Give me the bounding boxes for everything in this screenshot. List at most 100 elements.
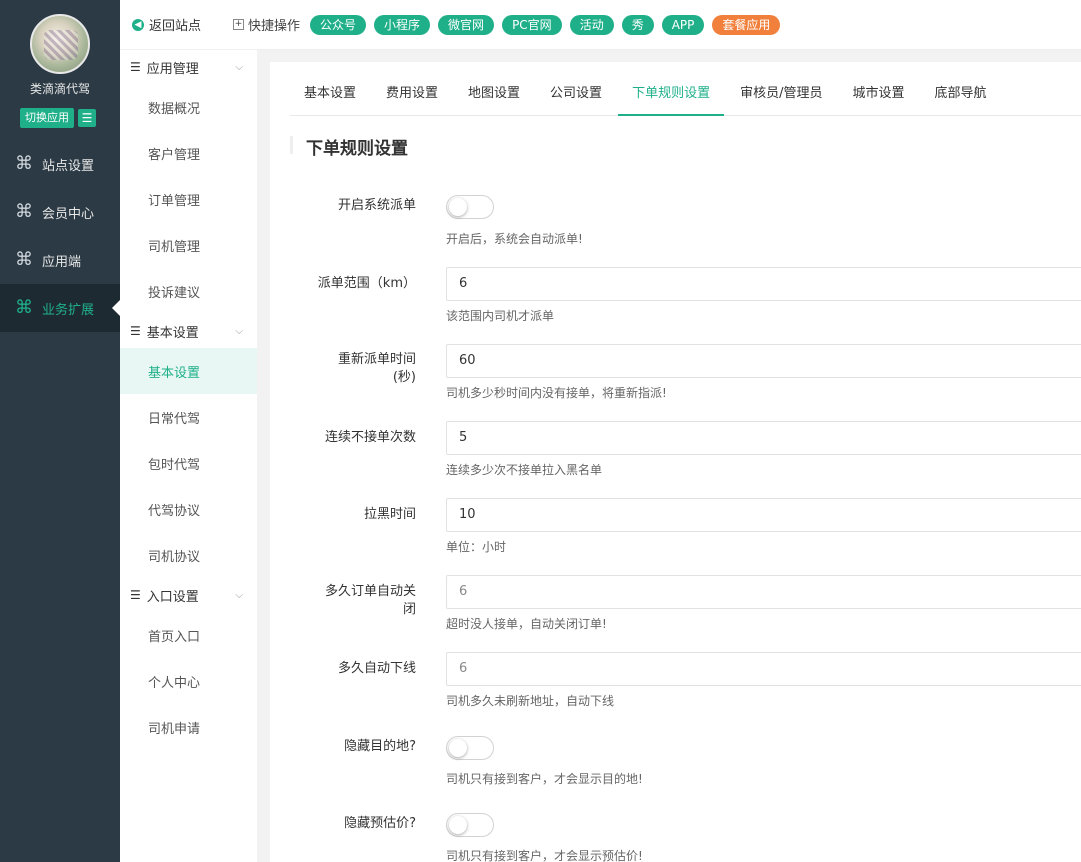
auto-dispatch-toggle[interactable] xyxy=(446,195,494,219)
redispatch-time-help: 司机多少秒时间内没有接单，将重新指派! xyxy=(446,386,667,400)
auto-dispatch-help: 开启后，系统会自动派单! xyxy=(446,232,583,246)
consecutive-reject-input[interactable]: 5 xyxy=(446,421,1081,455)
nav-label: 站点设置 xyxy=(42,158,95,174)
tab-fees[interactable]: 费用设置 xyxy=(372,74,452,116)
block-time-help: 单位：小时 xyxy=(446,540,507,554)
switch-app-button[interactable]: 切换应用 xyxy=(20,108,74,128)
secondary-sidebar: ◀ 返回站点 ☰ 应用管理 ⌵ 数据概况 客户管理 订单管理 司机管理 投诉建议… xyxy=(120,0,257,862)
menu-item-daily-driving[interactable]: 日常代驾 xyxy=(120,394,257,440)
pill-official-account[interactable]: 公众号 xyxy=(310,14,367,35)
menu-item-hourly-driving[interactable]: 包时代驾 xyxy=(120,440,257,486)
quick-actions-label: 快捷操作 xyxy=(248,19,301,34)
auto-offline-label: 多久自动下线 xyxy=(337,661,416,676)
group-app-management[interactable]: ☰ 应用管理 ⌵ xyxy=(120,50,257,84)
consecutive-reject-help: 连续多少次不接单拉入黑名单 xyxy=(446,463,603,477)
pill-show[interactable]: 秀 xyxy=(621,14,654,35)
group-title: 基本设置 xyxy=(146,325,199,341)
nav-member-center[interactable]: ⌘ 会员中心 xyxy=(0,188,120,236)
site-name: 类滴滴代驾 xyxy=(29,82,90,96)
tab-map[interactable]: 地图设置 xyxy=(454,74,534,116)
quick-actions[interactable]: + 快捷操作 xyxy=(233,15,300,34)
cluster-icon: ⌘ xyxy=(15,249,33,270)
pill-app[interactable]: APP xyxy=(661,14,705,35)
tab-basic[interactable]: 基本设置 xyxy=(290,74,370,116)
dispatch-range-label: 派单范围（km） xyxy=(317,276,416,291)
auto-close-help: 超时没人接单，自动关闭订单! xyxy=(446,617,607,631)
menu-item-home-entry[interactable]: 首页入口 xyxy=(120,612,257,658)
menu-item-personal-center[interactable]: 个人中心 xyxy=(120,658,257,704)
hide-destination-label: 隐藏目的地? xyxy=(344,739,416,754)
list-icon: ☰ xyxy=(130,60,141,74)
toggle-knob xyxy=(449,816,467,834)
auto-close-label-cont: 闭 xyxy=(402,602,416,617)
dispatch-range-input[interactable]: 6 xyxy=(446,267,1081,301)
auto-offline-help: 司机多久未刷新地址，自动下线 xyxy=(446,694,615,708)
site-avatar[interactable] xyxy=(30,14,90,74)
list-icon: ☰ xyxy=(130,588,141,602)
auto-close-label: 多久订单自动关 xyxy=(324,584,416,599)
menu-item-data-overview[interactable]: 数据概况 xyxy=(120,84,257,130)
nav-label: 会员中心 xyxy=(42,206,95,222)
redispatch-time-input[interactable]: 60 xyxy=(446,344,1081,378)
settings-tabs: 基本设置 费用设置 地图设置 公司设置 下单规则设置 审核员/管理员 城市设置 … xyxy=(290,74,1081,116)
pill-mini-program[interactable]: 小程序 xyxy=(374,14,431,35)
top-toolbar: + 快捷操作 公众号 小程序 微官网 PC官网 活动 秀 APP 套餐应用 xyxy=(233,0,1081,50)
group-entry-settings[interactable]: ☰ 入口设置 ⌵ xyxy=(120,578,257,612)
menu-item-driving-agreement[interactable]: 代驾协议 xyxy=(120,486,257,532)
pill-micro-site[interactable]: 微官网 xyxy=(438,14,495,35)
cluster-icon: ⌘ xyxy=(15,153,33,174)
nav-app-end[interactable]: ⌘ 应用端 xyxy=(0,236,120,284)
menu-item-driver-management[interactable]: 司机管理 xyxy=(120,222,257,268)
nav-label: 业务扩展 xyxy=(42,302,95,318)
dispatch-range-help: 该范围内司机才派单 xyxy=(446,309,555,323)
toggle-knob xyxy=(449,198,467,216)
hide-destination-help: 司机只有接到客户，才会显示目的地! xyxy=(446,772,643,786)
nav-business-extension[interactable]: ⌘ 业务扩展 xyxy=(0,284,120,332)
redispatch-time-unit: (秒) xyxy=(392,370,416,385)
group-basic-settings[interactable]: ☰ 基本设置 ⌵ xyxy=(120,314,257,348)
tab-order-rules[interactable]: 下单规则设置 xyxy=(618,74,725,116)
hide-estimate-label: 隐藏预估价? xyxy=(344,816,416,831)
main-panel: 基本设置 费用设置 地图设置 公司设置 下单规则设置 审核员/管理员 城市设置 … xyxy=(270,62,1081,862)
menu-item-order-management[interactable]: 订单管理 xyxy=(120,176,257,222)
block-time-input[interactable]: 10 xyxy=(446,498,1081,532)
hide-estimate-toggle[interactable] xyxy=(446,813,494,837)
cluster-icon: ⌘ xyxy=(15,201,33,222)
tab-reviewers[interactable]: 审核员/管理员 xyxy=(726,74,836,116)
menu-item-customer-management[interactable]: 客户管理 xyxy=(120,130,257,176)
nav-site-settings[interactable]: ⌘ 站点设置 xyxy=(0,140,120,188)
section-title: 下单规则设置 xyxy=(290,134,408,159)
pill-package-apps[interactable]: 套餐应用 xyxy=(712,14,781,35)
list-icon[interactable]: ☰ xyxy=(78,109,96,127)
hide-destination-toggle[interactable] xyxy=(446,736,494,760)
consecutive-reject-label: 连续不接单次数 xyxy=(324,430,416,445)
pill-activity[interactable]: 活动 xyxy=(569,14,614,35)
chevron-down-icon: ⌵ xyxy=(235,589,243,601)
group-title: 入口设置 xyxy=(146,589,199,605)
auto-offline-input[interactable]: 6 xyxy=(446,652,1081,686)
redispatch-time-label: 重新派单时间 xyxy=(337,352,416,367)
auto-close-input[interactable]: 6 xyxy=(446,575,1081,609)
primary-nav: ⌘ 站点设置 ⌘ 会员中心 ⌘ 应用端 ⌘ 业务扩展 xyxy=(0,140,120,332)
menu-item-driver-agreement[interactable]: 司机协议 xyxy=(120,532,257,578)
back-icon: ◀ xyxy=(132,18,144,31)
menu-item-basic-settings[interactable]: 基本设置 xyxy=(120,348,257,394)
block-time-label: 拉黑时间 xyxy=(363,507,416,522)
pill-pc-site[interactable]: PC官网 xyxy=(502,14,562,35)
menu-item-complaints[interactable]: 投诉建议 xyxy=(120,268,257,314)
chevron-down-icon: ⌵ xyxy=(235,325,243,337)
auto-dispatch-label: 开启系统派单 xyxy=(337,198,416,213)
tab-city[interactable]: 城市设置 xyxy=(838,74,918,116)
cluster-icon: ⌘ xyxy=(15,297,33,318)
primary-sidebar: 类滴滴代驾 切换应用 ☰ ⌘ 站点设置 ⌘ 会员中心 ⌘ 应用端 ⌘ 业务扩展 xyxy=(0,0,120,862)
tab-bottom-nav[interactable]: 底部导航 xyxy=(920,74,1000,116)
toggle-knob xyxy=(449,739,467,757)
plus-square-icon: + xyxy=(233,19,244,30)
group-title: 应用管理 xyxy=(146,61,199,77)
nav-label: 应用端 xyxy=(42,254,82,270)
tab-company[interactable]: 公司设置 xyxy=(536,74,616,116)
list-icon: ☰ xyxy=(130,324,141,338)
hide-estimate-help: 司机只有接到客户，才会显示预估价! xyxy=(446,849,643,862)
chevron-down-icon: ⌵ xyxy=(235,61,243,73)
menu-item-driver-application[interactable]: 司机申请 xyxy=(120,704,257,750)
